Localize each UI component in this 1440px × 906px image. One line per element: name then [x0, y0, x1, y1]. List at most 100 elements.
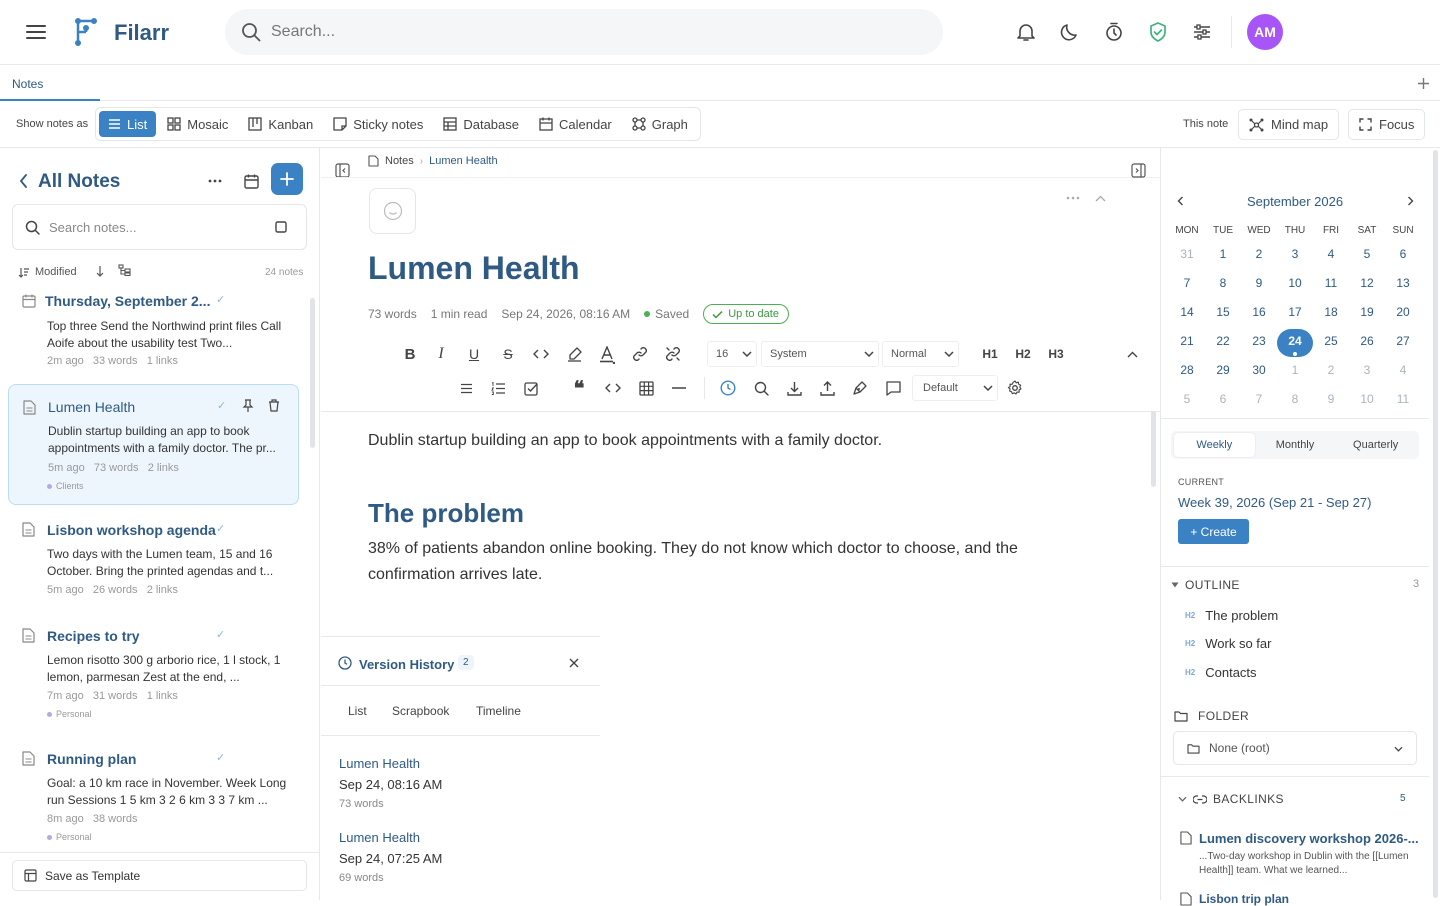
checkbox-icon[interactable]	[275, 221, 287, 233]
calendar-day[interactable]: 28	[1169, 357, 1205, 383]
note-list-item[interactable]: Thursday, September 2... ✓ Top three Sen…	[8, 286, 299, 378]
tab-weekly[interactable]: Weekly	[1174, 433, 1255, 457]
calendar-day[interactable]: 11	[1385, 386, 1421, 412]
find-button[interactable]	[751, 378, 771, 398]
calendar-day[interactable]: 7	[1169, 270, 1205, 296]
link-button[interactable]	[630, 344, 650, 364]
notes-search[interactable]	[12, 204, 307, 250]
more-options-icon[interactable]	[204, 170, 226, 192]
paragraph[interactable]: Dublin startup building an app to book a…	[368, 428, 1048, 454]
tab-scrapbook[interactable]: Scrapbook	[392, 704, 449, 718]
version-entry[interactable]: Lumen Health Sep 24, 08:16 AM 73 words	[321, 751, 600, 815]
calendar-day[interactable]: 12	[1349, 270, 1385, 296]
version-history-button[interactable]	[718, 378, 738, 398]
current-week[interactable]: Week 39, 2026 (Sep 21 - Sep 27)	[1178, 495, 1371, 510]
calendar-day[interactable]: 24	[1277, 328, 1313, 354]
view-mosaic-button[interactable]: Mosaic	[158, 111, 237, 137]
calendar-day[interactable]: 8	[1277, 386, 1313, 412]
tab-timeline[interactable]: Timeline	[476, 704, 521, 718]
bold-button[interactable]: B	[400, 344, 420, 364]
checklist-button[interactable]	[521, 378, 541, 398]
shield-check-icon[interactable]	[1146, 20, 1170, 44]
note-icon-picker[interactable]	[369, 188, 416, 234]
calendar-day[interactable]: 17	[1277, 299, 1313, 325]
h1-button[interactable]: H1	[979, 344, 1001, 364]
chevron-right-icon[interactable]	[1407, 196, 1414, 206]
insert-table-button[interactable]	[636, 378, 656, 398]
trash-icon[interactable]	[268, 399, 280, 412]
collapse-right-icon[interactable]	[1130, 162, 1146, 178]
note-list-item[interactable]: Recipes to try ✓ Lemon risotto 300 g arb…	[8, 616, 299, 726]
bullet-list-button[interactable]	[456, 378, 476, 398]
outline-item[interactable]: H2 The problem	[1185, 608, 1278, 623]
tab-list[interactable]: List	[348, 704, 367, 718]
view-list-button[interactable]: List	[99, 111, 157, 137]
calendar-day[interactable]: 14	[1169, 299, 1205, 325]
calendar-day[interactable]: 25	[1313, 328, 1349, 354]
calendar-day[interactable]: 21	[1169, 328, 1205, 354]
calendar-day[interactable]: 8	[1205, 270, 1241, 296]
chevron-left-icon[interactable]	[14, 172, 32, 190]
avatar[interactable]: AM	[1247, 14, 1283, 50]
calendar-day[interactable]: 1	[1277, 357, 1313, 383]
calendar-day[interactable]: 9	[1241, 270, 1277, 296]
calendar-day[interactable]: 7	[1241, 386, 1277, 412]
note-title-heading[interactable]: Lumen Health	[368, 250, 580, 287]
breadcrumb-item[interactable]: Notes	[385, 155, 414, 167]
quote-button[interactable]: ❝	[569, 378, 589, 400]
view-kanban-button[interactable]: Kanban	[239, 111, 322, 137]
comment-button[interactable]	[883, 378, 903, 398]
note-list-item-selected[interactable]: Lumen Health ✓ Dublin startup building a…	[8, 384, 299, 505]
moon-icon[interactable]	[1058, 20, 1082, 44]
sliders-icon[interactable]	[1190, 20, 1214, 44]
bell-icon[interactable]	[1014, 20, 1038, 44]
h3-button[interactable]: H3	[1045, 344, 1067, 364]
tree-view-icon[interactable]	[118, 264, 131, 276]
folder-select[interactable]: None (root)	[1173, 731, 1417, 765]
calendar-day[interactable]: 9	[1313, 386, 1349, 412]
scrollbar[interactable]	[1433, 150, 1438, 898]
backlink-title[interactable]: Lumen discovery workshop 2026-...	[1199, 831, 1419, 846]
h2-button[interactable]: H2	[1012, 344, 1034, 364]
view-calendar-button[interactable]: Calendar	[530, 111, 621, 137]
horizontal-rule-button[interactable]	[669, 378, 689, 398]
draw-button[interactable]	[850, 378, 870, 398]
mind-map-button[interactable]: Mind map	[1238, 109, 1340, 140]
calendar-day[interactable]: 10	[1349, 386, 1385, 412]
block-style-select[interactable]: Normal	[882, 341, 959, 367]
calendar-day[interactable]: 20	[1385, 299, 1421, 325]
plus-icon[interactable]	[1414, 74, 1432, 92]
calendar-day[interactable]: 11	[1313, 270, 1349, 296]
collapse-toolbar-icon[interactable]	[1122, 344, 1142, 364]
note-list-item[interactable]: Lisbon workshop agenda ✓ Two days with t…	[8, 510, 299, 610]
calendar-icon[interactable]	[240, 170, 262, 192]
timer-icon[interactable]	[1102, 20, 1126, 44]
italic-button[interactable]: I	[431, 344, 451, 364]
calendar-day[interactable]: 5	[1169, 386, 1205, 412]
scrollbar[interactable]	[1151, 411, 1156, 487]
more-options-icon[interactable]	[1063, 192, 1083, 204]
calendar-day[interactable]: 6	[1385, 241, 1421, 267]
calendar-day[interactable]: 4	[1313, 241, 1349, 267]
outline-item[interactable]: H2 Contacts	[1185, 665, 1257, 680]
calendar-day[interactable]: 26	[1349, 328, 1385, 354]
outline-header[interactable]: OUTLINE	[1171, 578, 1240, 592]
calendar-day[interactable]: 5	[1349, 241, 1385, 267]
theme-select[interactable]: Default	[912, 375, 998, 401]
code-block-button[interactable]	[603, 378, 623, 398]
upload-button[interactable]	[817, 378, 837, 398]
add-note-button[interactable]	[271, 163, 303, 195]
unlink-button[interactable]	[663, 344, 683, 364]
calendar-day[interactable]: 27	[1385, 328, 1421, 354]
view-sticky-notes-button[interactable]: Sticky notes	[324, 111, 432, 137]
calendar-day[interactable]: 18	[1313, 299, 1349, 325]
calendar-day[interactable]: 10	[1277, 270, 1313, 296]
focus-button[interactable]: Focus	[1348, 109, 1426, 140]
backlinks-header[interactable]: BACKLINKS	[1178, 792, 1284, 806]
calendar-day[interactable]: 31	[1169, 241, 1205, 267]
font-family-select[interactable]: System	[761, 341, 879, 367]
calendar-day[interactable]: 1	[1205, 241, 1241, 267]
calendar-day[interactable]: 13	[1385, 270, 1421, 296]
calendar-day[interactable]: 29	[1205, 357, 1241, 383]
calendar-day[interactable]: 16	[1241, 299, 1277, 325]
